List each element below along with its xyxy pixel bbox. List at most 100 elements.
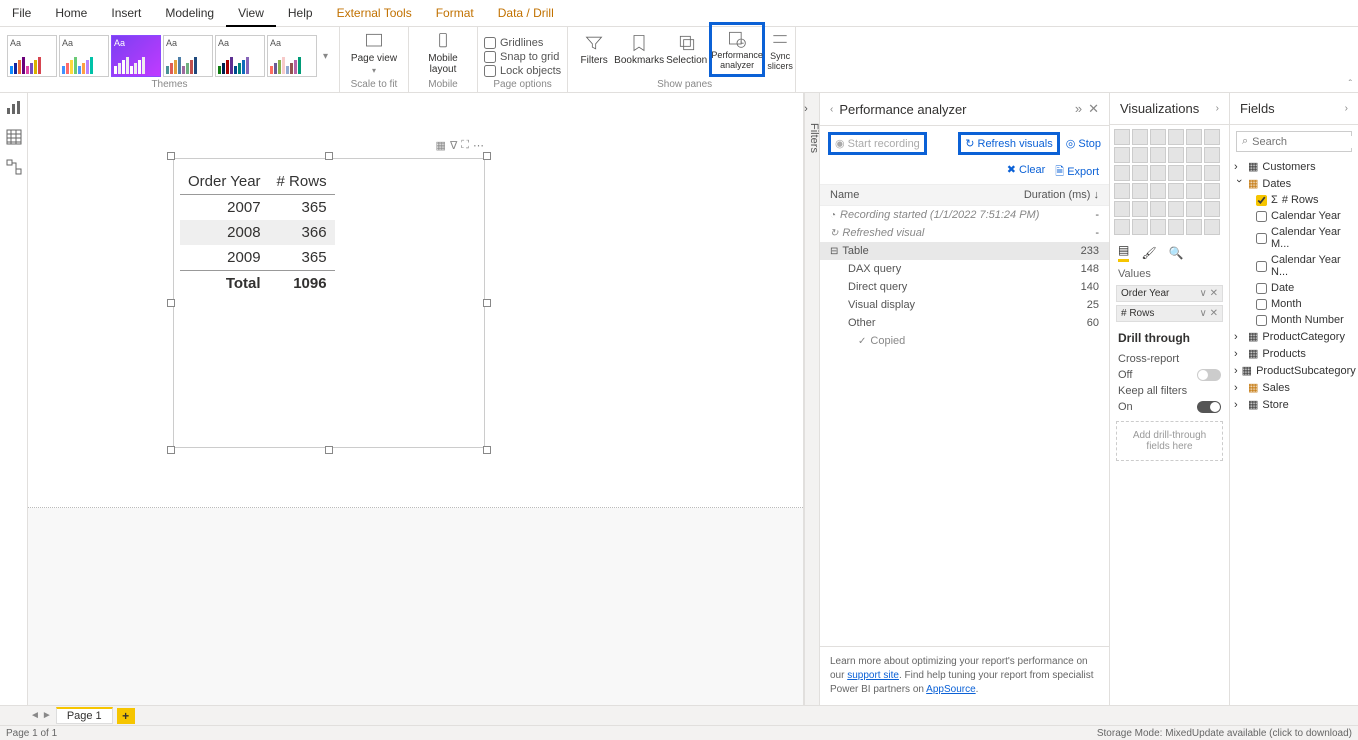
selection-button[interactable]: Selection <box>664 22 709 77</box>
viz-type-icon[interactable] <box>1204 165 1220 181</box>
pane-popout-icon[interactable]: » <box>1075 101 1082 117</box>
theme-swatch[interactable]: Aa <box>7 35 57 77</box>
field-table[interactable]: ›▦Customers <box>1234 158 1354 175</box>
performance-analyzer-button[interactable]: Performance analyzer <box>709 22 765 77</box>
perf-row[interactable]: Direct query140 <box>820 278 1109 296</box>
viz-type-icon[interactable] <box>1114 183 1130 199</box>
viz-type-icon[interactable] <box>1132 183 1148 199</box>
field-item[interactable]: Calendar Year N... <box>1234 252 1354 280</box>
format-tab-icon[interactable]: 🖌 <box>1141 246 1156 260</box>
add-page-button[interactable]: + <box>117 708 135 724</box>
viz-type-icon[interactable] <box>1186 201 1202 217</box>
export-button[interactable]: 🗎 Export <box>1055 163 1099 182</box>
themes-dropdown-icon[interactable]: ▾ <box>319 51 332 62</box>
field-item[interactable]: Month Number <box>1234 312 1354 328</box>
theme-swatch[interactable]: Aa <box>59 35 109 77</box>
viz-type-icon[interactable] <box>1168 165 1184 181</box>
perf-row[interactable]: ◔Recording started (1/1/2022 7:51:24 PM)… <box>820 206 1109 224</box>
visual-filter-icon[interactable]: ▦ <box>436 139 446 152</box>
viz-type-icon[interactable] <box>1132 129 1148 145</box>
viz-type-icon[interactable] <box>1150 201 1166 217</box>
viz-type-icon[interactable] <box>1186 147 1202 163</box>
analytics-tab-icon[interactable]: 🔍 <box>1169 246 1184 260</box>
pane-collapse-icon[interactable]: ‹ <box>830 104 833 115</box>
support-link[interactable]: support site <box>847 670 899 681</box>
viz-type-icon[interactable] <box>1186 129 1202 145</box>
viz-type-icon[interactable] <box>1114 201 1130 217</box>
theme-swatch[interactable]: Aa <box>267 35 317 77</box>
menu-file[interactable]: File <box>0 0 43 27</box>
viz-type-icon[interactable] <box>1204 129 1220 145</box>
field-table[interactable]: ›▦Sales <box>1234 379 1354 396</box>
perf-row[interactable]: Other60 <box>820 314 1109 332</box>
mobile-layout-button[interactable]: Mobile layout <box>415 29 471 77</box>
snap-checkbox[interactable]: Snap to grid <box>484 51 561 63</box>
viz-type-icon[interactable] <box>1132 165 1148 181</box>
visual-focus-icon[interactable]: ⛶ <box>461 139 469 152</box>
viz-type-icon[interactable] <box>1168 147 1184 163</box>
start-recording-button[interactable]: ◉ Start recording <box>828 132 927 155</box>
theme-swatch[interactable]: Aa <box>111 35 161 77</box>
viz-type-icon[interactable] <box>1186 219 1202 235</box>
tab-prev-icon[interactable]: ◄ <box>30 710 40 721</box>
theme-swatch[interactable]: Aa <box>215 35 265 77</box>
menu-modeling[interactable]: Modeling <box>153 0 226 27</box>
tab-next-icon[interactable]: ► <box>42 710 52 721</box>
pane-close-icon[interactable]: ✕ <box>1088 101 1099 117</box>
data-view-icon[interactable] <box>6 129 22 145</box>
drill-drop-area[interactable]: Add drill-through fields here <box>1116 421 1223 461</box>
appsource-link[interactable]: AppSource <box>926 684 975 695</box>
lock-checkbox[interactable]: Lock objects <box>484 65 561 77</box>
field-item[interactable]: Date <box>1234 280 1354 296</box>
field-table[interactable]: ›▦Dates <box>1234 175 1354 192</box>
theme-swatch[interactable]: Aa <box>163 35 213 77</box>
field-table[interactable]: ›▦ProductCategory <box>1234 328 1354 345</box>
filters-pane-button[interactable]: Filters <box>574 22 614 77</box>
perf-row[interactable]: DAX query148 <box>820 260 1109 278</box>
viz-type-icon[interactable] <box>1114 129 1130 145</box>
viz-type-icon[interactable] <box>1204 219 1220 235</box>
viz-type-icon[interactable] <box>1132 147 1148 163</box>
perf-row[interactable]: ✓Copied <box>820 332 1109 350</box>
fields-collapse-icon[interactable]: › <box>1345 103 1348 114</box>
search-input[interactable] <box>1252 136 1358 148</box>
menu-help[interactable]: Help <box>276 0 325 27</box>
canvas[interactable]: ▦ ∇ ⛶ ⋯ Order Year# Rows2007365200836620… <box>28 93 804 705</box>
menu-insert[interactable]: Insert <box>99 0 153 27</box>
page-tab[interactable]: Page 1 <box>56 707 113 724</box>
field-item[interactable]: Σ# Rows <box>1234 192 1354 208</box>
field-item[interactable]: Calendar Year M... <box>1234 224 1354 252</box>
viz-type-icon[interactable] <box>1168 201 1184 217</box>
field-table[interactable]: ›▦ProductSubcategory <box>1234 362 1354 379</box>
viz-type-icon[interactable] <box>1204 201 1220 217</box>
value-pill[interactable]: # Rows∨ ✕ <box>1116 305 1223 322</box>
viz-type-icon[interactable] <box>1168 129 1184 145</box>
clear-button[interactable]: ✖ Clear <box>1007 163 1046 182</box>
viz-type-icon[interactable] <box>1132 219 1148 235</box>
viz-type-icon[interactable] <box>1186 165 1202 181</box>
cross-report-toggle[interactable] <box>1197 369 1221 381</box>
viz-type-icon[interactable] <box>1150 165 1166 181</box>
perf-row[interactable]: ⊟Table233 <box>820 242 1109 260</box>
menu-data-drill[interactable]: Data / Drill <box>486 0 566 27</box>
viz-type-icon[interactable] <box>1186 183 1202 199</box>
table-visual[interactable]: ▦ ∇ ⛶ ⋯ Order Year# Rows2007365200836620… <box>173 158 485 448</box>
model-view-icon[interactable] <box>6 159 22 175</box>
report-view-icon[interactable] <box>6 99 22 115</box>
viz-type-icon[interactable] <box>1150 129 1166 145</box>
menu-format[interactable]: Format <box>424 0 486 27</box>
menu-home[interactable]: Home <box>43 0 99 27</box>
viz-type-icon[interactable] <box>1168 183 1184 199</box>
menu-external-tools[interactable]: External Tools <box>325 0 424 27</box>
visual-funnel-icon[interactable]: ∇ <box>450 139 457 152</box>
filters-collapsed-tab[interactable]: › Filters <box>804 93 820 705</box>
fields-tab-icon[interactable]: ▤ <box>1118 243 1129 262</box>
visual-more-icon[interactable]: ⋯ <box>473 139 484 152</box>
sync-slicers-button[interactable]: Sync slicers <box>765 22 795 77</box>
value-pill[interactable]: Order Year∨ ✕ <box>1116 285 1223 302</box>
ribbon-collapse-icon[interactable]: ˆ <box>1349 79 1352 90</box>
refresh-visuals-button[interactable]: ↻ Refresh visuals <box>958 132 1059 155</box>
viz-collapse-icon[interactable]: › <box>1216 103 1219 114</box>
viz-type-icon[interactable] <box>1168 219 1184 235</box>
field-item[interactable]: Calendar Year <box>1234 208 1354 224</box>
